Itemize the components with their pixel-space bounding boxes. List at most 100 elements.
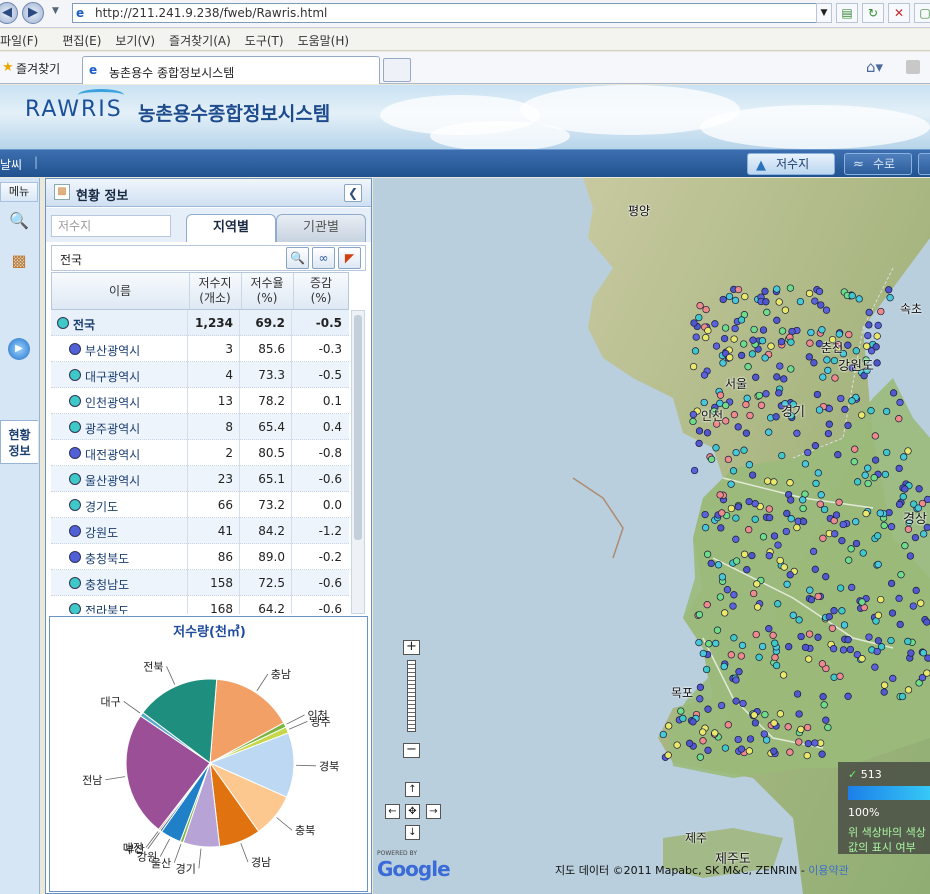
reservoir-marker[interactable]	[782, 527, 790, 536]
reservoir-marker[interactable]	[752, 630, 760, 639]
zoom-out-button[interactable]: −	[403, 743, 420, 758]
reservoir-marker[interactable]	[701, 510, 709, 519]
reservoir-marker[interactable]	[917, 599, 925, 607]
reservoir-marker[interactable]	[852, 539, 861, 548]
reservoir-marker[interactable]	[858, 655, 866, 663]
table-row[interactable]: 경기도 66 73.2 0.0	[51, 492, 349, 518]
reservoir-marker[interactable]	[700, 371, 709, 379]
reservoir-marker[interactable]	[745, 461, 754, 469]
collapse-panel-button[interactable]: ❮	[344, 184, 362, 202]
reservoir-marker[interactable]	[692, 333, 700, 341]
table-row[interactable]: 강원도 41 84.2 -1.2	[51, 518, 349, 544]
reservoir-marker[interactable]	[852, 518, 860, 526]
nav-tab-reservoir[interactable]: ▲ 저수지	[747, 153, 835, 175]
reservoir-marker[interactable]	[887, 523, 896, 531]
reservoir-marker[interactable]	[830, 673, 838, 681]
region-name[interactable]: 전국	[73, 316, 95, 333]
terms-link[interactable]: 이용약관	[808, 864, 848, 877]
reservoir-marker[interactable]	[811, 739, 819, 747]
reservoir-marker[interactable]	[751, 500, 759, 508]
reservoir-marker[interactable]	[775, 389, 783, 397]
table-row[interactable]: 충청남도 158 72.5 -0.6	[51, 570, 349, 596]
reservoir-marker[interactable]	[777, 338, 786, 346]
table-row[interactable]: 부산광역시 3 85.6 -0.3	[51, 336, 349, 362]
reservoir-marker[interactable]	[824, 723, 832, 732]
reservoir-marker[interactable]	[835, 498, 843, 506]
favorites-button[interactable]: 즐겨찾기	[16, 60, 60, 77]
reservoir-marker[interactable]	[784, 723, 792, 731]
reservoir-marker[interactable]	[749, 336, 757, 344]
reservoir-marker[interactable]	[718, 509, 726, 517]
reservoir-marker[interactable]	[786, 748, 794, 756]
reservoir-marker[interactable]	[689, 417, 697, 426]
reservoir-marker[interactable]	[832, 511, 841, 519]
map-view[interactable]: 평양 속초 춘천 강원도 서울 인천 경기 경상 목포 제주 제주도 + − ↑…	[373, 178, 930, 894]
reservoir-marker[interactable]	[871, 663, 879, 671]
reservoir-marker[interactable]	[757, 401, 766, 409]
reservoir-marker[interactable]	[730, 634, 738, 642]
reservoir-marker[interactable]	[732, 697, 740, 705]
forward-icon[interactable]: ▶	[22, 2, 44, 24]
reservoir-marker[interactable]	[750, 589, 758, 598]
reservoir-marker[interactable]	[859, 549, 867, 557]
col-name[interactable]: 이름	[52, 273, 188, 309]
reservoir-marker[interactable]	[848, 397, 856, 405]
reservoir-marker[interactable]	[871, 432, 879, 440]
reservoir-marker[interactable]	[874, 637, 883, 645]
reservoir-marker[interactable]	[799, 504, 807, 513]
reservoir-marker[interactable]	[711, 729, 719, 737]
reservoir-marker[interactable]	[716, 593, 725, 601]
bar-chart-icon[interactable]: ▩	[6, 248, 32, 274]
reservoir-marker[interactable]	[862, 509, 870, 518]
reservoir-marker[interactable]	[797, 725, 805, 734]
reservoir-marker[interactable]	[743, 566, 751, 574]
menu-view[interactable]: 보기(V)	[115, 29, 165, 49]
reservoir-marker[interactable]	[769, 631, 777, 639]
reservoir-marker[interactable]	[818, 750, 826, 758]
reservoir-marker[interactable]	[765, 428, 773, 436]
reservoir-marker[interactable]	[763, 308, 771, 316]
reservoir-marker[interactable]	[721, 609, 729, 617]
reservoir-marker[interactable]	[719, 359, 727, 367]
reservoir-marker[interactable]	[887, 579, 896, 588]
reservoir-marker[interactable]	[874, 532, 882, 540]
reservoir-marker[interactable]	[754, 603, 762, 611]
reservoir-marker[interactable]	[810, 359, 818, 367]
address-dropdown-icon[interactable]: ▼	[816, 3, 832, 23]
reservoir-marker[interactable]	[818, 326, 826, 334]
reservoir-marker[interactable]	[773, 373, 781, 381]
reservoir-marker[interactable]	[897, 571, 905, 579]
region-name[interactable]: 울산광역시	[85, 472, 140, 489]
reservoir-marker[interactable]	[767, 342, 775, 350]
reservoir-marker[interactable]	[817, 301, 825, 309]
reservoir-marker[interactable]	[840, 621, 849, 629]
reservoir-marker[interactable]	[750, 325, 758, 334]
reservoir-marker[interactable]	[765, 514, 774, 522]
reservoir-marker[interactable]	[673, 741, 681, 749]
reservoir-marker[interactable]	[759, 326, 768, 334]
col-count[interactable]: 저수지 (개소)	[189, 273, 240, 309]
reservoir-marker[interactable]	[771, 639, 779, 647]
reservoir-marker[interactable]	[727, 651, 735, 659]
reservoir-marker[interactable]	[924, 495, 930, 504]
reservoir-marker[interactable]	[904, 637, 912, 646]
reservoir-marker[interactable]	[734, 285, 743, 294]
check-icon[interactable]: ✓	[848, 768, 857, 781]
reservoir-marker[interactable]	[823, 356, 831, 364]
reservoir-marker[interactable]	[770, 532, 779, 540]
reservoir-marker[interactable]	[801, 643, 810, 652]
reservoir-marker[interactable]	[881, 470, 890, 479]
reservoir-marker[interactable]	[839, 520, 847, 529]
reservoir-marker[interactable]	[805, 655, 813, 663]
reservoir-marker[interactable]	[707, 455, 716, 463]
reservoir-marker[interactable]	[889, 389, 898, 397]
reservoir-marker[interactable]	[844, 692, 852, 700]
reservoir-marker[interactable]	[805, 630, 814, 638]
reservoir-marker[interactable]	[877, 595, 885, 604]
reservoir-marker[interactable]	[874, 560, 882, 569]
reservoir-marker[interactable]	[874, 611, 883, 619]
reservoir-marker[interactable]	[850, 458, 858, 466]
col-change[interactable]: 증감 (%)	[293, 273, 348, 309]
reservoir-marker[interactable]	[920, 530, 928, 538]
reservoir-marker[interactable]	[811, 565, 819, 573]
